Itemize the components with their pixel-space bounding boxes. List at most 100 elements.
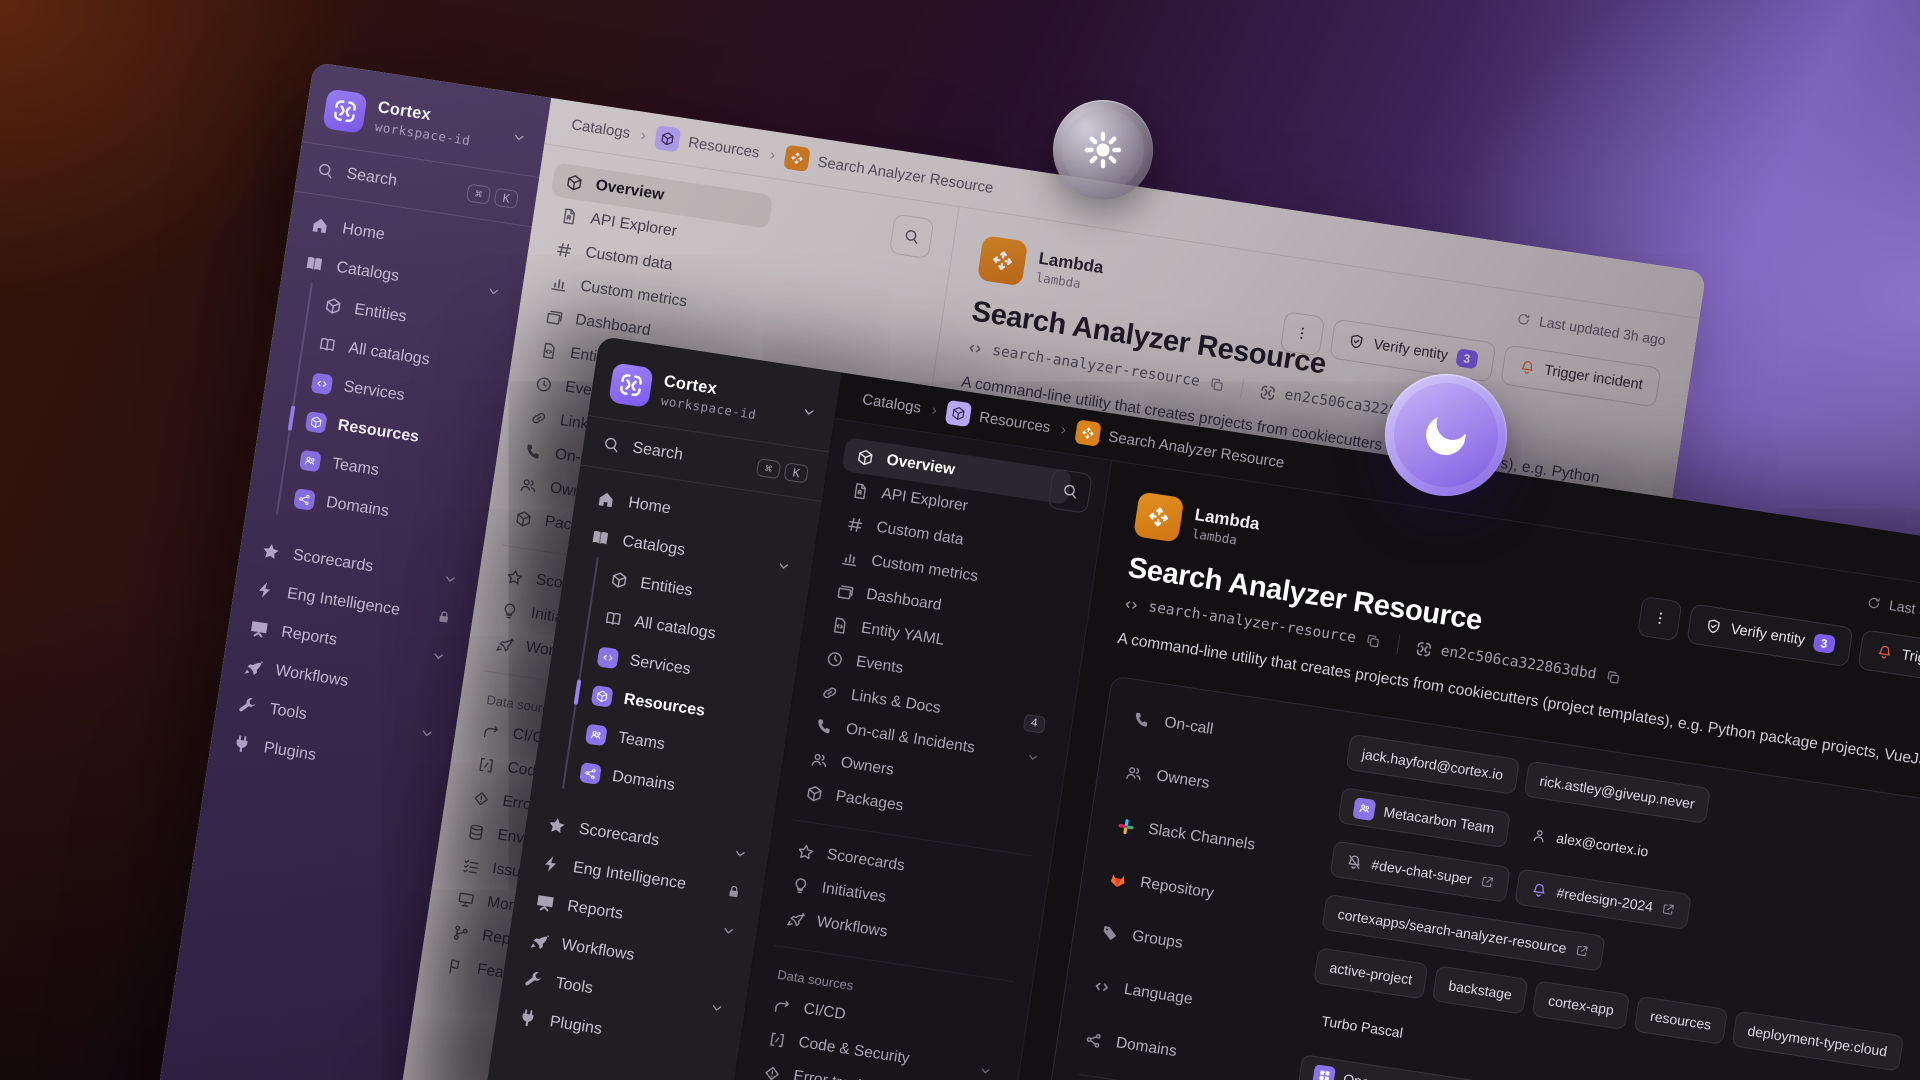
code-icon [311,372,334,395]
chip[interactable]: cortex-app [1532,981,1630,1031]
cube-icon [305,410,328,433]
chev-down-icon [441,570,459,588]
shield-icon [1704,617,1723,636]
cube-icon [855,446,877,468]
copy-icon[interactable] [1363,632,1381,650]
metadata-values: Turbo Pascal [1305,1001,1419,1053]
bell-slash-icon [1345,852,1364,871]
bars-icon [548,272,570,294]
external-icon [1661,902,1677,918]
chart-icon [247,617,271,641]
refresh-icon[interactable] [1515,310,1532,327]
person-icon [1530,826,1549,845]
brackets-icon [766,1029,788,1051]
clock-icon [824,648,846,670]
breadcrumb-item[interactable]: Catalogs › [861,391,938,419]
file-api-icon [559,205,581,227]
cube-icon [564,171,586,193]
bulb-icon [790,874,812,896]
bars-icon [839,547,861,569]
search-icon [315,160,337,182]
team-icon [299,449,322,472]
light-theme-toggle[interactable] [1053,100,1153,200]
phone-icon [814,715,836,737]
chev-down-icon [708,998,726,1016]
book-icon [302,252,326,276]
tag-icon [1099,922,1121,944]
star-icon [259,540,283,564]
chev-down-icon [1025,749,1041,765]
cortex-logo-icon [608,362,654,408]
copy-icon[interactable] [1604,668,1622,686]
team-icon [585,723,608,746]
moon-icon [1413,402,1478,467]
chevron-down-icon [510,128,528,146]
content-area: Catalogs › Resources › Search Analyzer R… [670,373,1920,1080]
book-open-icon [603,608,625,630]
refresh-icon[interactable] [1865,594,1882,611]
copy-icon[interactable] [1207,375,1225,393]
chip[interactable]: backstage [1432,966,1528,1015]
cortex-glyph-icon [1414,639,1433,658]
pipe-icon [772,995,794,1017]
wrench-icon [522,968,546,992]
cube-icon [513,508,535,530]
code-icon [1122,595,1141,614]
dark-theme-toggle[interactable] [1385,374,1507,496]
verify-count-badge: 3 [1813,633,1836,654]
subnav-search-button[interactable] [1047,468,1093,514]
breadcrumb-item[interactable]: Resources › [945,400,1068,442]
phone-icon [523,440,545,462]
verify-count-badge: 3 [1455,348,1478,369]
chev-down-icon [418,724,436,742]
chip[interactable]: active-project [1313,948,1428,1000]
more-actions-button[interactable] [1637,595,1683,641]
search-shortcut: ⌘ K [756,458,809,483]
pipe-icon [481,720,503,742]
search-icon [1060,481,1080,501]
checklist-icon [460,855,482,877]
star-o-icon [504,566,526,588]
search-shortcut: ⌘ K [466,183,519,208]
rocket-icon [527,929,551,953]
entity-type-icon [1133,491,1184,542]
lambda-icon [1074,419,1101,446]
lock-icon [434,607,453,626]
file-code-icon [538,340,560,362]
chip[interactable]: resources [1634,996,1728,1045]
breadcrumb-item[interactable]: Resources › [654,125,777,167]
flag-icon [445,956,467,978]
code-icon [965,338,984,357]
search-placeholder: Search [345,165,398,190]
hash-icon [844,513,866,535]
chip[interactable]: Turbo Pascal [1305,1001,1419,1053]
chev-down-icon [485,282,503,300]
divider [1240,378,1244,398]
plug-icon [516,1006,540,1030]
kebab-icon [1293,324,1312,343]
hash-icon [553,239,575,261]
nodes-icon [1083,1029,1105,1051]
subnav-search-button[interactable] [889,214,935,260]
diamond-icon [470,787,492,809]
brackets-icon [476,754,498,776]
chev-down-icon [775,556,793,574]
home-icon [308,213,332,237]
breadcrumb-item[interactable]: Catalogs › [570,116,647,144]
code-icon [1091,976,1113,998]
bell-icon [1517,358,1536,377]
branch-icon [450,922,472,944]
bulb-icon [499,600,521,622]
chart-icon [533,891,557,915]
users-icon [809,749,831,771]
search-placeholder: Search [631,439,684,464]
panels-icon [543,306,565,328]
link-icon [819,682,841,704]
bell-icon [1530,880,1549,899]
kebab-icon [1650,608,1669,627]
last-updated: Last updated 3h ago [1865,593,1920,631]
plug-icon [230,732,254,756]
file-code-icon [829,614,851,636]
more-actions-button[interactable] [1280,311,1326,357]
nodes-icon [293,488,316,511]
